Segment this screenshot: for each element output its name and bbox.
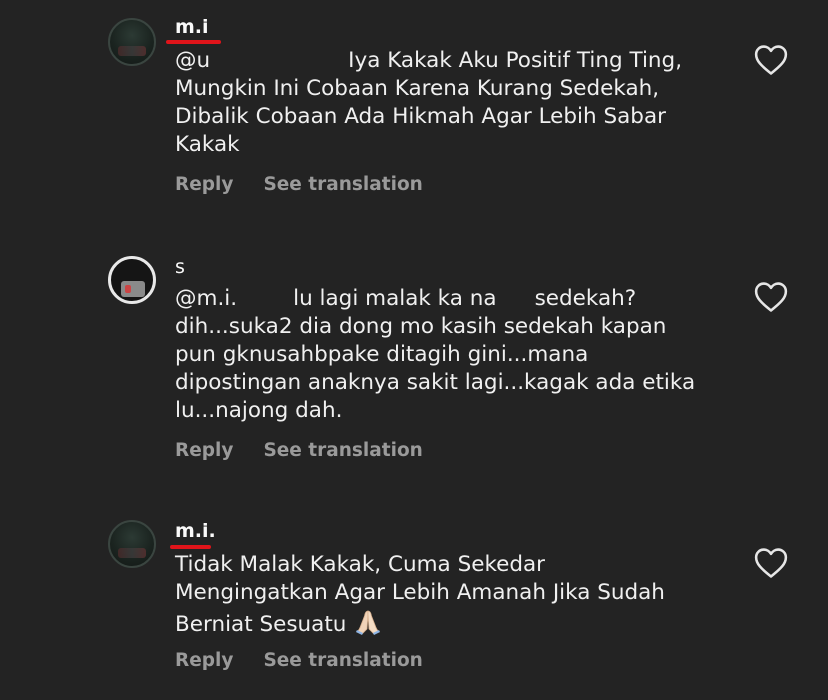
comment-actions: Reply See translation: [175, 440, 423, 461]
see-translation-button[interactable]: See translation: [263, 174, 422, 195]
comment-username[interactable]: s: [175, 256, 185, 278]
folded-hands-emoji: [356, 610, 381, 635]
comment-text: @m.i. lu lagi malak ka na sedekah? dih...s…: [175, 286, 696, 423]
annotation-underline: [170, 545, 211, 549]
mention-link[interactable]: @m.i.: [175, 286, 237, 311]
avatar[interactable]: [108, 18, 156, 66]
mention-link[interactable]: @u: [175, 48, 210, 73]
reply-button[interactable]: Reply: [175, 650, 233, 671]
see-translation-button[interactable]: See translation: [263, 440, 422, 461]
comment-actions: Reply See translation: [175, 174, 423, 195]
comment-text: @u Iya Kakak Aku Positif Ting Ting, Mungk…: [175, 48, 683, 157]
comment-text: Tidak Malak Kakak, Cuma Sekedar Menginga…: [175, 552, 665, 637]
heart-outline-icon[interactable]: [754, 547, 788, 579]
reply-button[interactable]: Reply: [175, 440, 233, 461]
annotation-underline: [166, 40, 221, 44]
heart-outline-icon[interactable]: [754, 281, 788, 313]
comment-username[interactable]: m.i.: [175, 520, 216, 542]
see-translation-button[interactable]: See translation: [263, 650, 422, 671]
avatar[interactable]: [108, 256, 156, 304]
comment-actions: Reply See translation: [175, 650, 423, 671]
heart-outline-icon[interactable]: [754, 44, 788, 76]
reply-button[interactable]: Reply: [175, 174, 233, 195]
avatar[interactable]: [108, 520, 156, 568]
comment-username[interactable]: m.i: [175, 16, 209, 38]
